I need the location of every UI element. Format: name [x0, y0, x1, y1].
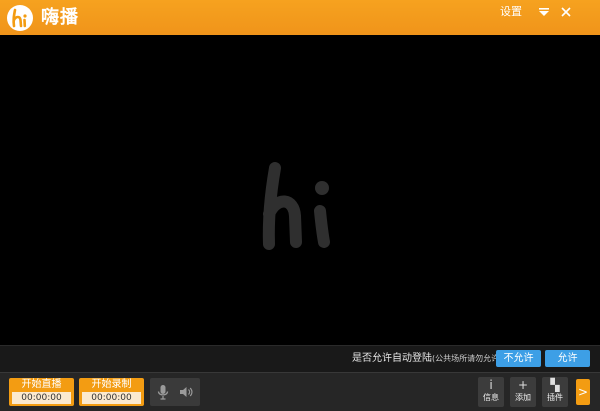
- plugin-button[interactable]: ▚ 插件: [542, 377, 568, 407]
- add-button[interactable]: + 添加: [510, 377, 536, 407]
- plugin-label: 插件: [547, 393, 563, 402]
- add-label: 添加: [515, 393, 531, 402]
- video-preview: [0, 35, 600, 345]
- close-icon[interactable]: [558, 4, 574, 20]
- auto-login-prompt: 是否允许自动登陆(公共场所请勿允许): [352, 353, 502, 365]
- start-live-label: 开始直播: [21, 379, 62, 390]
- hi-watermark-icon: [262, 162, 330, 250]
- microphone-icon[interactable]: [155, 384, 171, 400]
- title-bar: 嗨播 设置: [0, 0, 600, 35]
- plugin-icon: ▚: [550, 378, 560, 392]
- auto-login-bar: 是否允许自动登陆(公共场所请勿允许) 不允许 允许: [0, 345, 600, 372]
- start-live-button[interactable]: 开始直播 00:00:00: [9, 378, 74, 406]
- audio-controls: [150, 378, 200, 406]
- allow-button[interactable]: 允许: [545, 350, 590, 367]
- speaker-icon[interactable]: [178, 384, 194, 400]
- add-icon: +: [517, 378, 529, 392]
- deny-button[interactable]: 不允许: [496, 350, 541, 367]
- hi-logo-icon: [7, 5, 33, 31]
- control-bar: 开始直播 00:00:00 开始录制 00:00:00 i 信息 + 添加 ▚: [0, 372, 600, 411]
- settings-button[interactable]: 设置: [500, 5, 530, 19]
- live-timer: 00:00:00: [12, 392, 71, 404]
- info-icon: i: [489, 378, 493, 392]
- info-button[interactable]: i 信息: [478, 377, 504, 407]
- info-label: 信息: [483, 393, 499, 402]
- auto-login-note: (公共场所请勿允许): [432, 354, 503, 363]
- app-title: 嗨播: [41, 7, 79, 28]
- start-record-label: 开始录制: [91, 379, 132, 390]
- auto-login-text: 是否允许自动登陆: [352, 353, 432, 364]
- expand-panel-button[interactable]: >: [576, 379, 590, 405]
- dropdown-menu-icon[interactable]: [536, 4, 552, 20]
- record-timer: 00:00:00: [82, 392, 141, 404]
- start-record-button[interactable]: 开始录制 00:00:00: [79, 378, 144, 406]
